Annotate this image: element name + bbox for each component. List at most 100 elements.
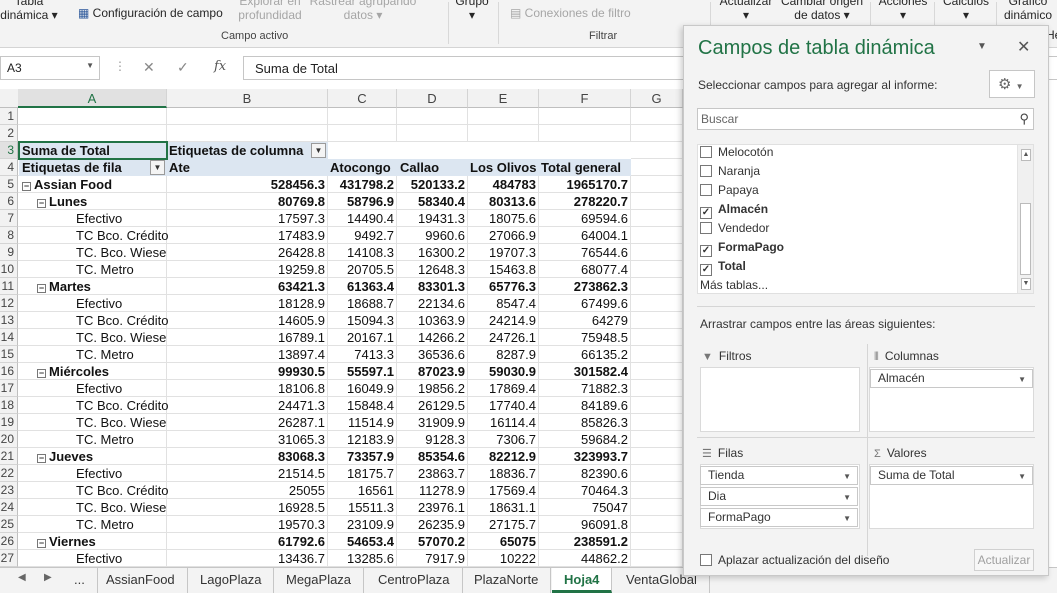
row-header-17[interactable]: 17 — [0, 380, 18, 397]
pivot-value-cell[interactable]: 80313.6 — [468, 193, 536, 210]
pivot-value-cell[interactable]: 96091.8 — [539, 516, 628, 533]
pivot-value-cell[interactable]: 80769.8 — [167, 193, 325, 210]
pivot-value-cell[interactable]: 16114.4 — [468, 414, 536, 431]
sheet-tab-hoja4[interactable]: Hoja4 — [552, 568, 613, 593]
pivot-value-cell[interactable]: 16928.5 — [167, 499, 325, 516]
pivot-value-cell[interactable]: 27066.9 — [468, 227, 536, 244]
cancel-icon[interactable]: ✕ — [143, 59, 155, 76]
pivot-value-cell[interactable]: 19856.2 — [397, 380, 465, 397]
pivot-value-cell[interactable]: 15511.3 — [328, 499, 394, 516]
pivot-value-cell[interactable]: 16049.9 — [328, 380, 394, 397]
pivot-value-cell[interactable]: 18128.9 — [167, 295, 325, 312]
pivot-value-cell[interactable]: 57070.2 — [397, 533, 465, 550]
pivot-value-cell[interactable]: 23863.7 — [397, 465, 465, 482]
pivot-value-cell[interactable]: 528456.3 — [167, 176, 325, 193]
row-header-13[interactable]: 13 — [0, 312, 18, 329]
pivot-row-label[interactable]: − Miércoles — [37, 363, 166, 380]
pivot-value-cell[interactable]: 87023.9 — [397, 363, 465, 380]
pivot-row-label[interactable]: − Jueves — [37, 448, 166, 465]
actions-button[interactable]: Acciones ▾ — [874, 0, 932, 22]
pivot-row-label[interactable]: − Martes — [37, 278, 166, 295]
pivot-value-cell[interactable]: 82212.9 — [468, 448, 536, 465]
sheet-tab-megaplaza[interactable]: MegaPlaza — [274, 568, 365, 593]
row-header-10[interactable]: 10 — [0, 261, 18, 278]
pivot-value-cell[interactable]: 13285.6 — [328, 550, 394, 567]
drill-up-button[interactable]: Rastrear agrupando datos ▾ — [308, 0, 418, 22]
checkbox-icon[interactable]: ✓ — [700, 207, 712, 219]
pivot-column-header[interactable]: Atocongo — [330, 159, 396, 176]
pivot-value-cell[interactable]: 19707.3 — [468, 244, 536, 261]
sheet-tab-assianfood[interactable]: AssianFood — [94, 568, 188, 593]
field-item[interactable]: Papaya — [700, 181, 759, 200]
pivot-value-cell[interactable]: 17483.9 — [167, 227, 325, 244]
checkbox-icon[interactable]: ✓ — [700, 264, 712, 276]
pivot-value-cell[interactable]: 36536.6 — [397, 346, 465, 363]
field-item[interactable]: Naranja — [700, 162, 760, 181]
pivot-column-header[interactable]: Total general — [541, 159, 629, 176]
pivot-value-cell[interactable]: 9960.6 — [397, 227, 465, 244]
row-header-21[interactable]: 21 — [0, 448, 18, 465]
pivot-value-cell[interactable]: 67499.6 — [539, 295, 628, 312]
pivot-value-cell[interactable]: 14490.4 — [328, 210, 394, 227]
pivot-value-cell[interactable]: 44862.2 — [539, 550, 628, 567]
field-item[interactable]: ✓ Almacén — [700, 200, 768, 219]
pivot-column-labels-caption[interactable]: Etiquetas de columna — [169, 142, 309, 159]
column-header-d[interactable]: D — [397, 89, 468, 108]
pivot-value-cell[interactable]: 7306.7 — [468, 431, 536, 448]
rows-field-formapago[interactable]: FormaPago ▼ — [700, 508, 858, 527]
column-header-c[interactable]: C — [328, 89, 397, 108]
pivot-value-cell[interactable]: 27175.7 — [468, 516, 536, 533]
confirm-icon[interactable]: ✓ — [177, 59, 189, 76]
row-header-1[interactable]: 1 — [0, 108, 18, 125]
pivot-value-cell[interactable]: 61363.4 — [328, 278, 394, 295]
row-header-18[interactable]: 18 — [0, 397, 18, 414]
sheet-tab-plazanorte[interactable]: PlazaNorte — [462, 568, 552, 593]
pivot-value-cell[interactable]: 1965170.7 — [539, 176, 628, 193]
pivot-value-cell[interactable]: 24471.3 — [167, 397, 325, 414]
column-header-a[interactable]: A — [18, 89, 167, 108]
pivot-value-cell[interactable]: 70464.3 — [539, 482, 628, 499]
scrollbar-thumb[interactable] — [1020, 203, 1031, 275]
pivot-value-cell[interactable]: 25055 — [167, 482, 325, 499]
pivot-value-cell[interactable]: 11278.9 — [397, 482, 465, 499]
pivot-value-cell[interactable]: 85354.6 — [397, 448, 465, 465]
pivot-value-cell[interactable]: 16300.2 — [397, 244, 465, 261]
pivot-value-cell[interactable]: 8547.4 — [468, 295, 536, 312]
pivot-value-cell[interactable]: 65776.3 — [468, 278, 536, 295]
column-header-f[interactable]: F — [539, 89, 631, 108]
pivot-row-labels-caption[interactable]: Etiquetas de fila — [22, 159, 152, 176]
row-header-14[interactable]: 14 — [0, 329, 18, 346]
field-item[interactable]: ✓ Total — [700, 257, 746, 276]
pivot-value-cell[interactable]: 23976.1 — [397, 499, 465, 516]
collapse-icon[interactable]: − — [37, 539, 46, 548]
columns-field-almacen[interactable]: Almacén ▼ — [870, 369, 1033, 388]
pivot-column-header[interactable]: Callao — [400, 159, 468, 176]
pivot-value-cell[interactable]: 85826.3 — [539, 414, 628, 431]
pivot-value-cell[interactable]: 84189.6 — [539, 397, 628, 414]
update-button[interactable]: Actualizar — [974, 549, 1034, 571]
pivot-value-cell[interactable]: 11514.9 — [328, 414, 394, 431]
row-header-16[interactable]: 16 — [0, 363, 18, 380]
search-input[interactable]: Buscar ⚲ — [697, 108, 1034, 130]
pivot-value-cell[interactable]: 75047 — [539, 499, 628, 516]
pivot-value-cell[interactable]: 22134.6 — [397, 295, 465, 312]
pivot-value-cell[interactable]: 69594.6 — [539, 210, 628, 227]
pivot-value-cell[interactable]: 26287.1 — [167, 414, 325, 431]
pivot-value-cell[interactable]: 71882.3 — [539, 380, 628, 397]
pivot-value-cell[interactable]: 19259.8 — [167, 261, 325, 278]
row-header-22[interactable]: 22 — [0, 465, 18, 482]
scroll-up-icon[interactable]: ▲ — [1021, 149, 1031, 161]
row-header-24[interactable]: 24 — [0, 499, 18, 516]
row-header-19[interactable]: 19 — [0, 414, 18, 431]
pivot-value-cell[interactable]: 9128.3 — [397, 431, 465, 448]
row-header-15[interactable]: 15 — [0, 346, 18, 363]
pivot-value-cell[interactable]: 8287.9 — [468, 346, 536, 363]
pivot-value-cell[interactable]: 301582.4 — [539, 363, 628, 380]
pivot-value-cell[interactable]: 83068.3 — [167, 448, 325, 465]
scroll-down-icon[interactable]: ▼ — [1021, 278, 1031, 290]
select-all-corner[interactable] — [0, 89, 19, 108]
pivot-value-cell[interactable]: 7917.9 — [397, 550, 465, 567]
row-header-27[interactable]: 27 — [0, 550, 18, 567]
pivot-value-cell[interactable]: 66135.2 — [539, 346, 628, 363]
pivot-value-cell[interactable]: 59684.2 — [539, 431, 628, 448]
